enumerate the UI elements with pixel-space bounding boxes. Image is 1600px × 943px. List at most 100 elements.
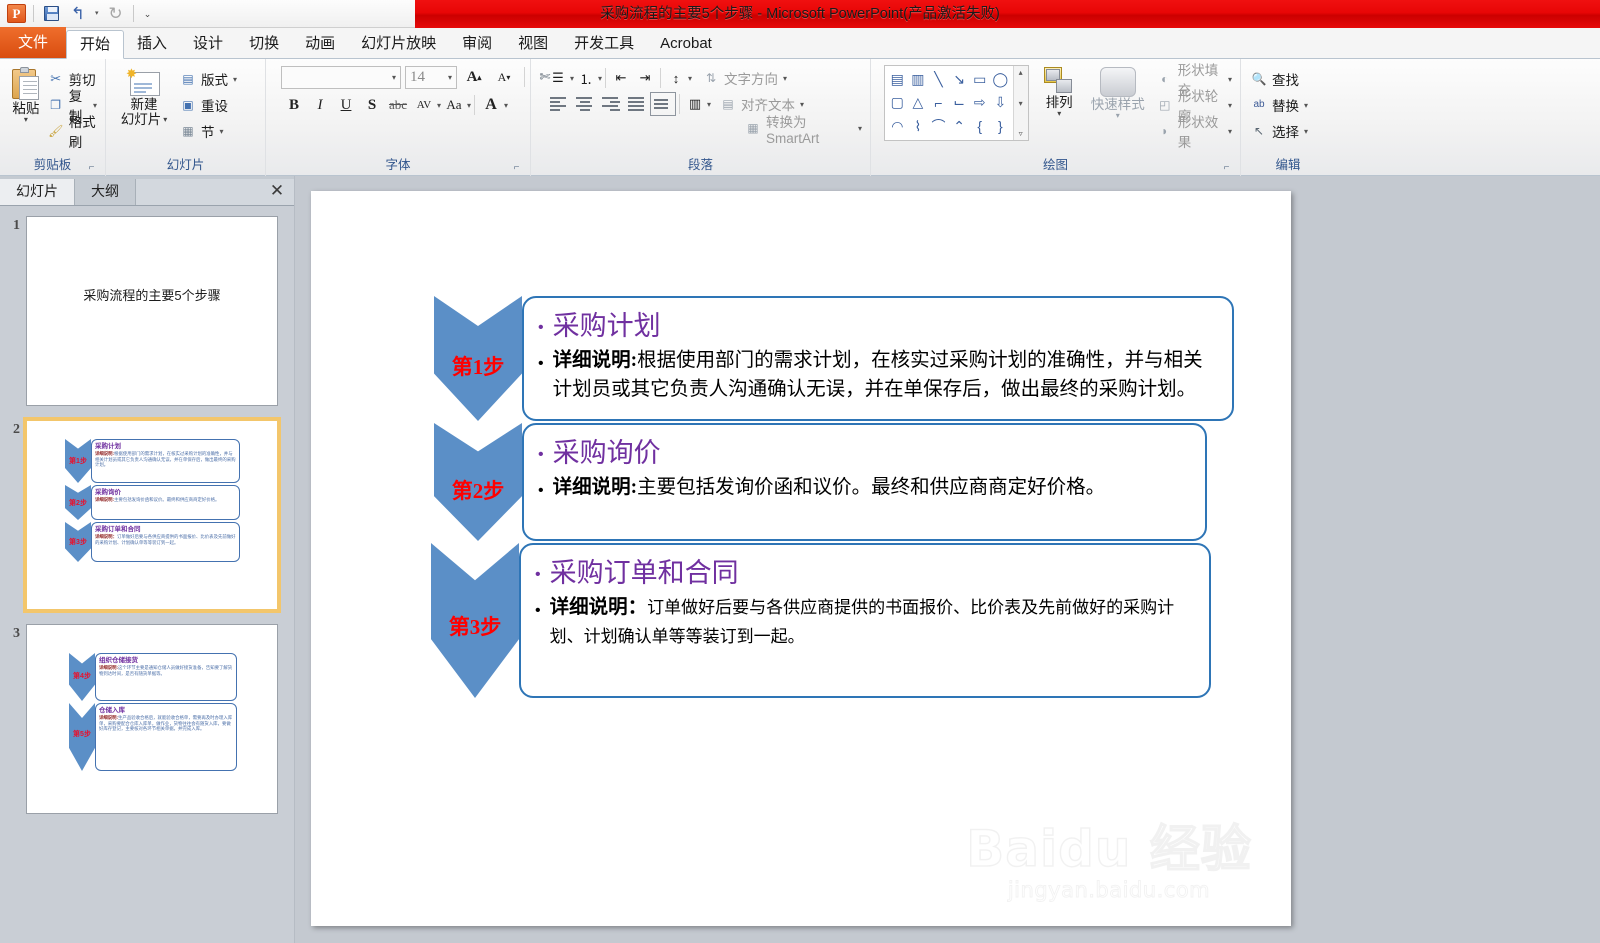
shape-arc-icon[interactable]: ⌃ [949, 115, 970, 138]
tab-insert[interactable]: 插入 [124, 30, 180, 58]
shape-left-brace-icon[interactable]: { [969, 115, 990, 138]
shape-right-arrow-icon[interactable]: ⇨ [969, 91, 990, 114]
shape-line-icon[interactable]: ╲ [928, 68, 949, 91]
thumbnail-list[interactable]: 1 采购流程的主要5个步骤 2 第1步 采购计划 详细说明:根据使用部门的需求计… [0, 206, 294, 943]
clipboard-dialog-launcher-icon[interactable]: ⌐ [86, 159, 97, 173]
drawing-dialog-launcher-icon[interactable]: ⌐ [1221, 159, 1232, 173]
arrange-dropdown-icon[interactable]: ▾ [1057, 110, 1061, 118]
font-size-dropdown-icon[interactable]: ▾ [448, 73, 452, 82]
shape-freeform-icon[interactable]: ⌇ [908, 115, 929, 138]
pane-tab-slides[interactable]: 幻灯片 [0, 176, 75, 205]
tab-animations[interactable]: 动画 [292, 30, 348, 58]
numbering-button[interactable]: ⒈ [574, 67, 598, 89]
italic-button[interactable]: I [307, 93, 333, 117]
paste-dropdown-icon[interactable]: ▾ [24, 116, 28, 124]
chevron-step-3[interactable]: 第3步 [431, 543, 519, 698]
font-dialog-launcher-icon[interactable]: ⌐ [511, 159, 522, 173]
tab-acrobat[interactable]: Acrobat [647, 30, 725, 58]
text-direction-button[interactable]: ⇅ 文字方向 ▾ [700, 65, 790, 91]
convert-smartart-button[interactable]: ▦ 转换为 SmartArt ▾ [742, 115, 865, 146]
smartart-dropdown-icon[interactable]: ▾ [858, 124, 862, 133]
new-slide-button[interactable]: ✸ 新建 幻灯片 ▾ [111, 65, 177, 127]
change-case-button[interactable]: Aa [441, 93, 467, 117]
card-step-2[interactable]: • 采购询价 • 详细说明:主要包括发询价函和议价。最终和供应商商定好价格。 [522, 423, 1207, 541]
columns-dropdown-icon[interactable]: ▾ [707, 100, 711, 109]
thumbnail-slide-3[interactable]: 第4步 组织仓储接货 详细说明:这个环节主要是通知仓储人员做好接货准备，告知要了… [26, 624, 278, 814]
quick-access-toolbar[interactable]: P ↰ ▾ ↻ ⌄ [0, 0, 155, 28]
tab-design[interactable]: 设计 [180, 30, 236, 58]
shape-down-arrow-icon[interactable]: ⇩ [990, 91, 1011, 114]
save-icon[interactable] [41, 4, 61, 24]
line-spacing-button[interactable]: ↕ [664, 67, 688, 89]
customize-qat-icon[interactable]: ⌄ [141, 4, 155, 24]
columns-button[interactable]: ▥ [683, 93, 707, 115]
slide-step-1[interactable]: 第1步 • 采购计划 • 详细说明:根据使用部门的需求计划，在核实过采购计划的准… [434, 296, 1234, 421]
reset-button[interactable]: ▣ 重设 [177, 92, 240, 118]
text-shadow-button[interactable]: S [359, 93, 385, 117]
copy-dropdown-icon[interactable]: ▾ [93, 101, 97, 110]
align-right-button[interactable] [598, 92, 624, 116]
align-center-button[interactable] [572, 92, 598, 116]
numbering-dropdown-icon[interactable]: ▾ [598, 74, 602, 83]
replace-button[interactable]: ab 替换 ▾ [1248, 92, 1311, 118]
format-painter-button[interactable]: 🖌 格式刷 [45, 115, 100, 150]
thumbnail-slide-2[interactable]: 第1步 采购计划 详细说明:根据使用部门的需求计划，在核实过采购计划的准确性，并… [23, 417, 281, 613]
undo-dropdown-icon[interactable]: ▾ [95, 4, 99, 24]
thumbnail-row-1[interactable]: 1 采购流程的主要5个步骤 [0, 216, 294, 420]
shape-oval-icon[interactable]: ◯ [990, 68, 1011, 91]
font-color-button[interactable]: A [478, 93, 504, 117]
shape-elbow-arrow-icon[interactable]: ⌙ [949, 91, 970, 114]
font-size-input[interactable]: 14 ▾ [405, 65, 457, 89]
shapes-grid[interactable]: ▤ ▥ ╲ ↘ ▭ ◯ ▢ △ ⌐ ⌙ ⇨ ⇩ ◠ ⌇ ⌒ ⌃ {} [885, 66, 1013, 140]
layout-button[interactable]: ▤ 版式 ▾ [177, 66, 240, 92]
text-direction-dropdown-icon[interactable]: ▾ [783, 74, 787, 83]
shape-textbox-icon[interactable]: ▤ [887, 68, 908, 91]
slide-step-2[interactable]: 第2步 • 采购询价 • 详细说明:主要包括发询价函和议价。最终和供应商商定好价… [434, 423, 1207, 541]
find-button[interactable]: 🔍 查找 [1248, 66, 1311, 92]
chevron-step-1[interactable]: 第1步 [434, 296, 522, 421]
shapes-gallery-scrollbar[interactable]: ▴ ▾ ▿ [1012, 66, 1028, 140]
shape-rectangle-icon[interactable]: ▭ [969, 68, 990, 91]
tab-file[interactable]: 文件 [0, 27, 67, 58]
current-slide[interactable]: 第1步 • 采购计划 • 详细说明:根据使用部门的需求计划，在核实过采购计划的准… [311, 191, 1291, 926]
paste-button[interactable]: 粘贴 ▾ [7, 65, 45, 124]
distributed-button[interactable] [650, 92, 676, 116]
shape-fill-dropdown-icon[interactable]: ▾ [1228, 75, 1232, 84]
shape-arrow-icon[interactable]: ↘ [949, 68, 970, 91]
font-name-input[interactable]: ▾ [281, 65, 401, 89]
replace-dropdown-icon[interactable]: ▾ [1304, 101, 1308, 110]
font-color-dropdown-icon[interactable]: ▾ [504, 101, 508, 110]
slide-step-3[interactable]: 第3步 • 采购订单和合同 • 详细说明：订单做好后要与各供应商提供的书面报价、… [431, 543, 1211, 698]
arrange-button[interactable]: 排列 ▾ [1037, 65, 1082, 118]
shape-triangle-icon[interactable]: △ [908, 91, 929, 114]
slide-editing-stage[interactable]: 第1步 • 采购计划 • 详细说明:根据使用部门的需求计划，在核实过采购计划的准… [295, 176, 1600, 943]
gallery-expand-icon[interactable]: ▿ [1019, 129, 1023, 138]
shape-outline-dropdown-icon[interactable]: ▾ [1228, 101, 1232, 110]
thumbnail-row-2[interactable]: 2 第1步 采购计划 详细说明:根据使用部门的需求计划，在核实过采购计划的准确性… [0, 417, 294, 624]
shape-curve-icon[interactable]: ⌒ [928, 115, 949, 138]
undo-icon[interactable]: ↰ [68, 4, 88, 24]
card-step-1[interactable]: • 采购计划 • 详细说明:根据使用部门的需求计划，在核实过采购计划的准确性，并… [522, 296, 1234, 421]
shape-effects-dropdown-icon[interactable]: ▾ [1228, 127, 1232, 136]
redo-icon[interactable]: ↻ [106, 4, 126, 24]
grow-font-button[interactable]: A ▴ [461, 65, 487, 89]
shape-effects-button[interactable]: ◗ 形状效果 ▾ [1154, 115, 1235, 150]
quick-styles-dropdown-icon[interactable]: ▾ [1116, 112, 1120, 120]
thumbnail-row-3[interactable]: 3 第4步 组织仓储接货 详细说明:这个环节主要是通知仓储人员做好接货准备，告知… [0, 624, 294, 828]
layout-dropdown-icon[interactable]: ▾ [233, 75, 237, 84]
thumbnail-slide-1[interactable]: 采购流程的主要5个步骤 [26, 216, 278, 406]
shape-elbow-icon[interactable]: ⌐ [928, 91, 949, 114]
gallery-scroll-down-icon[interactable]: ▾ [1019, 99, 1023, 108]
line-spacing-dropdown-icon[interactable]: ▾ [688, 74, 692, 83]
shapes-gallery[interactable]: ▤ ▥ ╲ ↘ ▭ ◯ ▢ △ ⌐ ⌙ ⇨ ⇩ ◠ ⌇ ⌒ ⌃ {} ▴ ▾ … [884, 65, 1029, 141]
card-step-3[interactable]: • 采购订单和合同 • 详细说明：订单做好后要与各供应商提供的书面报价、比价表及… [519, 543, 1211, 698]
section-dropdown-icon[interactable]: ▾ [220, 127, 224, 136]
decrease-indent-button[interactable]: ⇤ [609, 67, 633, 89]
close-pane-icon[interactable]: ✕ [260, 176, 294, 205]
quick-styles-button[interactable]: 快速样式 ▾ [1090, 65, 1146, 120]
justify-button[interactable] [624, 92, 650, 116]
change-case-dropdown-icon[interactable]: ▾ [467, 101, 471, 110]
tab-developer[interactable]: 开发工具 [561, 30, 647, 58]
increase-indent-button[interactable]: ⇥ [633, 67, 657, 89]
tab-home[interactable]: 开始 [66, 30, 125, 59]
